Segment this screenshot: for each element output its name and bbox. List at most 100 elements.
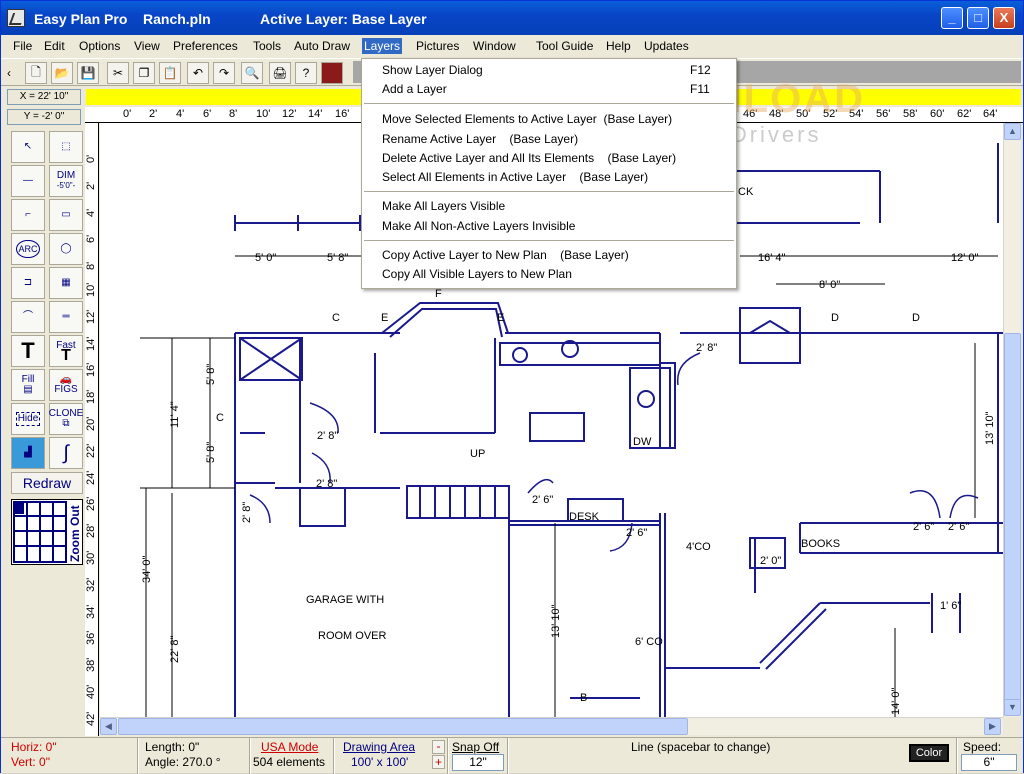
menuitem-add-layer[interactable]: Add a Layer — [382, 80, 447, 98]
menuitem-make-all-visible[interactable]: Make All Layers Visible — [382, 197, 505, 215]
help-icon[interactable]: ? — [295, 62, 317, 84]
grid-wall-icon[interactable]: ▦ — [49, 267, 83, 299]
menuitem-move-selected[interactable]: Move Selected Elements to Active Layer (… — [382, 110, 672, 128]
menu-tools[interactable]: Tools — [251, 38, 283, 54]
undo-icon[interactable]: ↶ — [187, 62, 209, 84]
dim-tool[interactable]: DIM -5'0"- — [49, 165, 83, 197]
line-tool-icon[interactable]: — — [11, 165, 45, 197]
menu-edit[interactable]: Edit — [42, 38, 67, 54]
dim-2-6-a: 2' 6" — [532, 494, 553, 506]
wall-tool-icon[interactable]: ⊐ — [11, 267, 45, 299]
area-increase-icon[interactable]: + — [432, 755, 445, 769]
ruler-h-label: 2' — [149, 108, 158, 120]
menu-view[interactable]: View — [132, 38, 162, 54]
status-separator — [507, 738, 509, 774]
clone-tool[interactable]: CLONE ⧉ — [49, 403, 83, 435]
ruler-v-label: 42' — [85, 711, 97, 726]
menu-options[interactable]: Options — [77, 38, 122, 54]
zoom-out-label[interactable]: Zoom Out — [68, 505, 82, 562]
new-file-icon[interactable]: 🗋 — [25, 62, 47, 84]
menu-pictures[interactable]: Pictures — [414, 38, 461, 54]
print-icon[interactable]: 🖨 — [269, 62, 291, 84]
snap-value[interactable]: 12" — [452, 754, 504, 771]
vertical-scrollbar[interactable]: ▲ ▼ — [1003, 123, 1021, 717]
menu-auto-draw[interactable]: Auto Draw — [292, 38, 352, 54]
scroll-right-icon[interactable]: ▶ — [984, 718, 1001, 735]
color-button[interactable]: Color — [909, 744, 949, 762]
speed-value[interactable]: 6" — [961, 754, 1017, 771]
dim-2-8-a: 2' 8" — [696, 342, 717, 354]
menuitem-copy-visible-layers[interactable]: Copy All Visible Layers to New Plan — [382, 265, 572, 283]
circle-tool-icon[interactable]: ◯ — [49, 233, 83, 265]
ruler-v-label: 4' — [85, 208, 97, 217]
snap-toggle[interactable]: Snap Off — [452, 740, 499, 754]
ruler-v-label: 38' — [85, 657, 97, 673]
select-arrow-icon[interactable]: ↖ — [11, 131, 45, 163]
area-decrease-icon[interactable]: - — [432, 740, 445, 754]
close-button[interactable]: X — [993, 7, 1015, 29]
usa-mode-button[interactable]: USA Mode — [261, 740, 318, 754]
title-bar[interactable]: Easy Plan Pro Ranch.pln Active Layer: Ba… — [1, 1, 1023, 35]
exit-door-icon[interactable] — [321, 62, 343, 84]
horizontal-scroll-thumb[interactable] — [118, 718, 688, 735]
paste-icon[interactable]: 📋 — [159, 62, 181, 84]
step-tool-icon[interactable]: ⌒ — [11, 301, 45, 333]
double-line-icon[interactable]: ═ — [49, 301, 83, 333]
copy-icon[interactable]: ❐ — [133, 62, 155, 84]
menuitem-select-all-in-layer[interactable]: Select All Elements in Active Layer (Bas… — [382, 168, 648, 186]
drawing-area-button[interactable]: Drawing Area — [343, 740, 415, 754]
minimize-button[interactable]: _ — [941, 7, 963, 29]
menuitem-make-non-active-invisible[interactable]: Make All Non-Active Layers Invisible — [382, 217, 575, 235]
status-separator — [249, 738, 251, 774]
closet-6-label: 6' CO — [635, 636, 663, 648]
dim-1-6: 1' 6" — [940, 600, 961, 612]
maximize-button[interactable]: □ — [967, 7, 989, 29]
curve-tool-icon[interactable]: ∫ — [49, 437, 83, 469]
menu-preferences[interactable]: Preferences — [171, 38, 240, 54]
menuitem-rename-layer[interactable]: Rename Active Layer (Base Layer) — [382, 130, 578, 148]
redo-icon[interactable]: ↷ — [213, 62, 235, 84]
rectangle-tool-icon[interactable]: ▭ — [49, 199, 83, 231]
ruler-h-label: 12' — [282, 108, 297, 120]
menuitem-delete-layer[interactable]: Delete Active Layer and All Its Elements… — [382, 149, 676, 167]
text-tool-icon[interactable]: T — [11, 335, 45, 367]
scroll-up-icon[interactable]: ▲ — [1004, 123, 1021, 140]
menu-updates[interactable]: Updates — [642, 38, 691, 54]
menu-window[interactable]: Window — [471, 38, 518, 54]
cut-icon[interactable]: ✂ — [107, 62, 129, 84]
arc-tool[interactable]: ARC — [11, 233, 45, 265]
scroll-left-icon[interactable]: ◀ — [100, 718, 117, 735]
zoom-grid[interactable]: Zoom Out — [11, 499, 83, 565]
menu-help[interactable]: Help — [604, 38, 633, 54]
open-folder-icon[interactable]: 📂 — [51, 62, 73, 84]
select-box-icon[interactable]: ⬚ — [49, 131, 83, 163]
menu-file[interactable]: File — [11, 38, 34, 54]
fast-text-tool[interactable]: Fast T — [49, 335, 83, 367]
ruler-h-label: 8' — [229, 108, 238, 120]
save-icon[interactable]: 💾 — [77, 62, 99, 84]
menuitem-show-layer-dialog[interactable]: Show Layer Dialog — [382, 61, 483, 79]
ruler-h-label: 14' — [308, 108, 323, 120]
vertical-scroll-thumb[interactable] — [1004, 333, 1021, 701]
dim-22-8: 22' 8" — [169, 635, 181, 663]
picture-tool-icon[interactable]: ▟ — [11, 437, 45, 469]
menuitem-copy-active-layer[interactable]: Copy Active Layer to New Plan (Base Laye… — [382, 246, 629, 264]
redraw-button[interactable]: Redraw — [11, 472, 83, 494]
ck-label: CK — [738, 186, 754, 198]
chevron-left-icon[interactable]: ‹ — [3, 62, 15, 84]
menu-layers[interactable]: Layers — [362, 38, 403, 54]
horizontal-scrollbar[interactable]: ◀ ▶ — [100, 717, 1003, 735]
ruler-v-label: 34' — [85, 604, 97, 619]
hide-tool[interactable]: Hide — [11, 403, 45, 435]
books-label: BOOKS — [801, 538, 840, 550]
dim-11-4: 11' 4" — [169, 401, 181, 428]
desk-label: DESK — [569, 511, 600, 523]
zoom-icon[interactable]: 🔍 — [241, 62, 263, 84]
fill-tool[interactable]: Fill ▤ — [11, 369, 45, 401]
scroll-down-icon[interactable]: ▼ — [1004, 699, 1021, 716]
menu-tool-guide[interactable]: Tool Guide — [534, 38, 595, 54]
app-icon[interactable] — [7, 9, 25, 27]
room-tool-icon[interactable]: ⌐ — [11, 199, 45, 231]
figs-tool[interactable]: 🚗 FIGS — [49, 369, 83, 401]
line-mode[interactable]: Line (spacebar to change) — [631, 740, 770, 754]
